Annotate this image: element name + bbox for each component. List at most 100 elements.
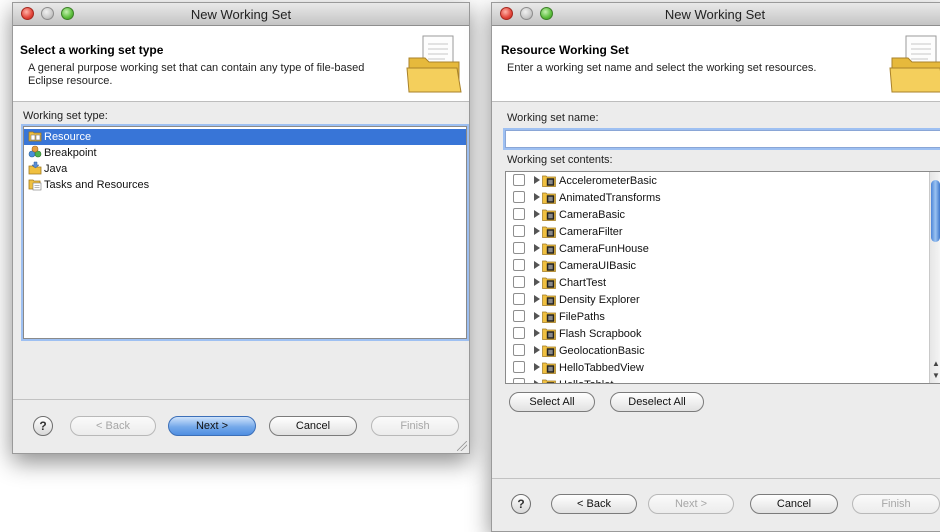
expand-triangle-icon[interactable] <box>534 380 540 383</box>
project-folder-icon <box>542 277 556 289</box>
header-description: A general purpose working set that can c… <box>28 62 365 87</box>
project-folder-icon <box>542 311 556 323</box>
project-row[interactable]: HelloTabbedView <box>506 360 930 377</box>
working-set-type-list[interactable]: Resource Breakpoint Java Tasks and Resou… <box>23 126 467 339</box>
project-checkbox[interactable] <box>513 174 525 187</box>
project-folder-icon <box>542 260 556 272</box>
project-checkbox[interactable] <box>513 259 525 272</box>
project-name: CameraFilter <box>559 226 623 238</box>
project-checkbox[interactable] <box>513 293 525 306</box>
project-name: Flash Scrapbook <box>559 328 642 340</box>
project-checkbox[interactable] <box>513 378 525 383</box>
deselect-all-button[interactable]: Deselect All <box>610 392 704 412</box>
button-bar-separator <box>492 478 940 479</box>
wizard-header: Resource Working Set Enter a working set… <box>492 26 940 102</box>
expand-triangle-icon[interactable] <box>534 210 540 219</box>
finish-button[interactable]: Finish <box>371 416 459 436</box>
project-checkbox[interactable] <box>513 208 525 221</box>
project-row[interactable]: ChartTest <box>506 275 930 292</box>
project-folder-icon <box>542 226 556 238</box>
vertical-scrollbar[interactable]: ▲ ▼ <box>929 172 940 383</box>
finish-button[interactable]: Finish <box>852 494 940 514</box>
project-name: Density Explorer <box>559 294 640 306</box>
header-title: Resource Working Set <box>501 43 629 57</box>
header-description: Enter a working set name and select the … <box>507 62 817 74</box>
expand-triangle-icon[interactable] <box>534 278 540 287</box>
project-checkbox[interactable] <box>513 361 525 374</box>
project-row[interactable]: AccelerometerBasic <box>506 173 930 190</box>
expand-triangle-icon[interactable] <box>534 261 540 270</box>
expand-triangle-icon[interactable] <box>534 193 540 202</box>
project-name: GeolocationBasic <box>559 345 645 357</box>
project-folder-icon <box>542 345 556 357</box>
wizard-header: Select a working set type A general purp… <box>13 26 469 102</box>
expand-triangle-icon[interactable] <box>534 227 540 236</box>
expand-triangle-icon[interactable] <box>534 244 540 253</box>
expand-triangle-icon[interactable] <box>534 363 540 372</box>
project-checkbox[interactable] <box>513 225 525 238</box>
project-row[interactable]: CameraFilter <box>506 224 930 241</box>
project-row[interactable]: FilePaths <box>506 309 930 326</box>
next-button[interactable]: Next > <box>168 416 256 436</box>
project-name: ChartTest <box>559 277 607 289</box>
scrollbar-thumb[interactable] <box>931 180 940 242</box>
help-button[interactable]: ? <box>33 416 53 436</box>
project-checkbox[interactable] <box>513 327 525 340</box>
working-set-contents-label: Working set contents: <box>507 154 613 166</box>
project-row[interactable]: GeolocationBasic <box>506 343 930 360</box>
help-button[interactable]: ? <box>511 494 531 514</box>
scroll-down-arrow-icon[interactable]: ▼ <box>930 370 940 382</box>
project-name: CameraBasic <box>559 209 626 221</box>
project-row[interactable]: Flash Scrapbook <box>506 326 930 343</box>
project-checkbox[interactable] <box>513 191 525 204</box>
list-item-java[interactable]: Java <box>24 161 466 177</box>
back-button[interactable]: < Back <box>551 494 637 514</box>
project-folder-icon <box>542 243 556 255</box>
right-title-bar[interactable]: New Working Set <box>492 3 940 26</box>
expand-triangle-icon[interactable] <box>534 312 540 321</box>
working-set-name-label: Working set name: <box>507 112 599 124</box>
window-title: New Working Set <box>190 7 292 22</box>
project-checkbox[interactable] <box>513 242 525 255</box>
expand-triangle-icon[interactable] <box>534 329 540 338</box>
project-row[interactable]: CameraFunHouse <box>506 241 930 258</box>
project-row[interactable]: HelloTablet <box>506 377 930 383</box>
right-dialog-window: New Working Set Resource Working Set Ent… <box>491 2 940 532</box>
folder-banner-icon <box>889 35 940 93</box>
working-set-type-label: Working set type: <box>23 110 108 122</box>
project-checkbox[interactable] <box>513 310 525 323</box>
project-folder-icon <box>542 294 556 306</box>
list-item-breakpoint[interactable]: Breakpoint <box>24 145 466 161</box>
expand-triangle-icon[interactable] <box>534 346 540 355</box>
working-set-name-input[interactable] <box>505 130 940 148</box>
select-all-button[interactable]: Select All <box>509 392 595 412</box>
project-name: HelloTablet <box>559 379 613 383</box>
project-row[interactable]: CameraUIBasic <box>506 258 930 275</box>
cancel-button[interactable]: Cancel <box>269 416 357 436</box>
project-checkbox[interactable] <box>513 276 525 289</box>
project-folder-icon <box>542 328 556 340</box>
project-row[interactable]: Density Explorer <box>506 292 930 309</box>
project-folder-icon <box>542 209 556 221</box>
project-row[interactable]: AnimatedTransforms <box>506 190 930 207</box>
back-button[interactable]: < Back <box>70 416 156 436</box>
list-item-resource[interactable]: Resource <box>24 129 466 145</box>
scroll-up-arrow-icon[interactable]: ▲ <box>930 358 940 370</box>
project-name: CameraFunHouse <box>559 243 649 255</box>
expand-triangle-icon[interactable] <box>534 176 540 185</box>
list-item-tasks-and-resources[interactable]: Tasks and Resources <box>24 177 466 193</box>
resize-grip-icon[interactable] <box>457 441 467 451</box>
expand-triangle-icon[interactable] <box>534 295 540 304</box>
project-row[interactable]: CameraBasic <box>506 207 930 224</box>
project-name: FilePaths <box>559 311 605 323</box>
project-folder-icon <box>542 175 556 187</box>
window-title: New Working Set <box>664 7 766 22</box>
next-button[interactable]: Next > <box>648 494 734 514</box>
java-icon <box>28 161 42 175</box>
working-set-contents-tree[interactable]: AccelerometerBasic AnimatedTransforms Came… <box>505 171 940 384</box>
left-dialog-window: New Working Set Select a working set typ… <box>12 2 470 454</box>
cancel-button[interactable]: Cancel <box>750 494 838 514</box>
left-title-bar[interactable]: New Working Set <box>13 3 469 26</box>
project-checkbox[interactable] <box>513 344 525 357</box>
list-item-label: Java <box>44 163 68 175</box>
